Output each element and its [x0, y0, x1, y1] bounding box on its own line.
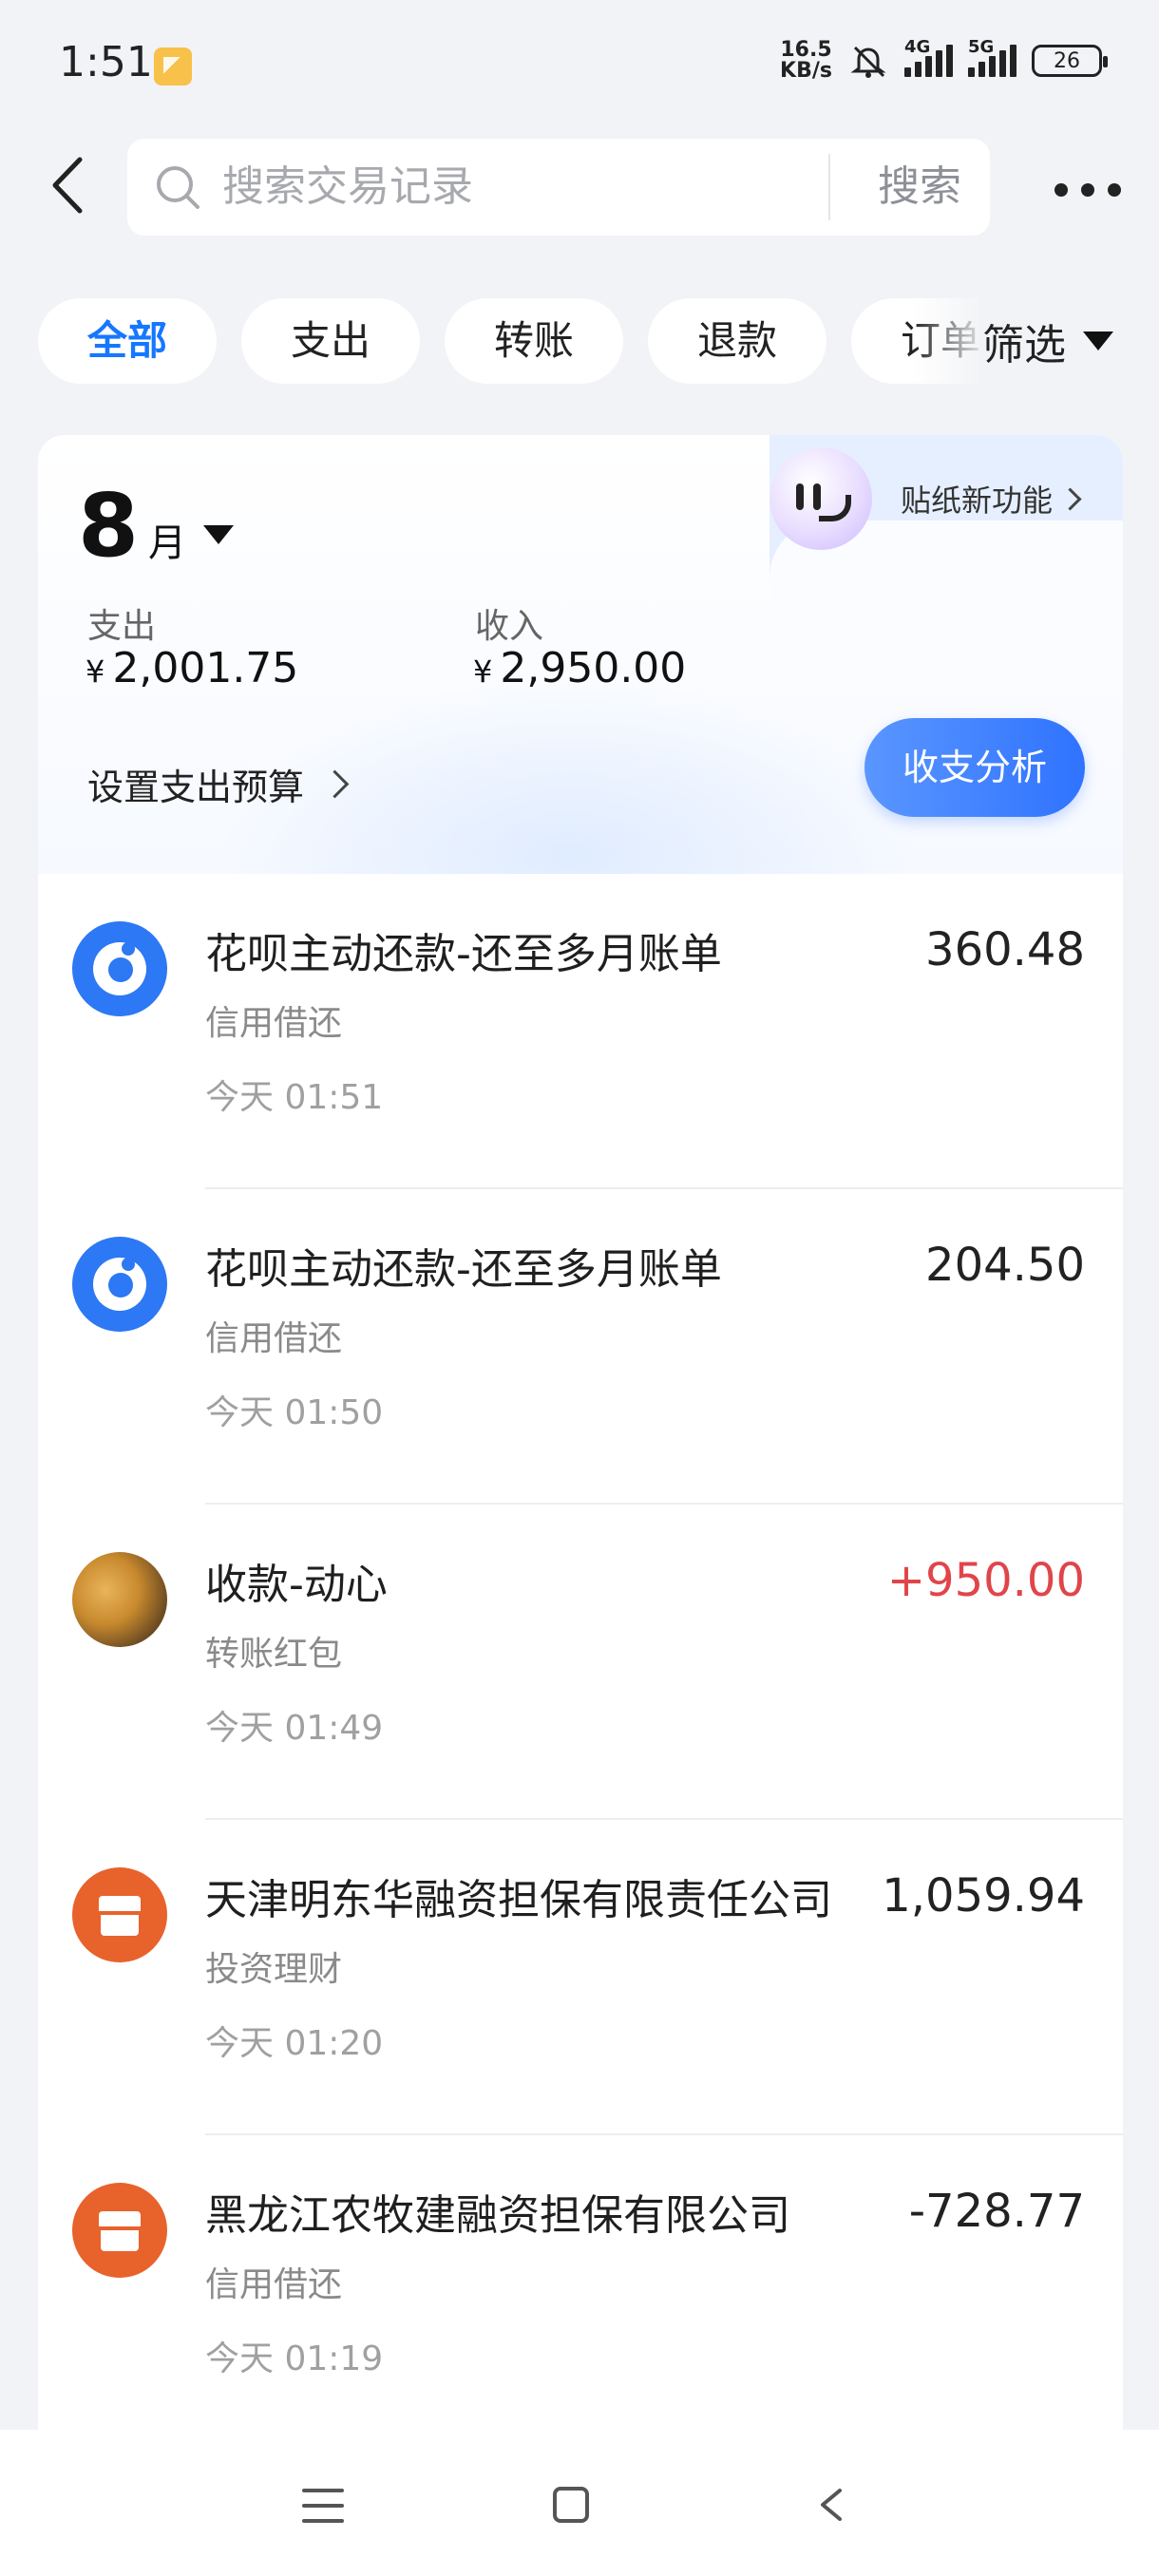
contact-avatar: [72, 1552, 167, 1647]
filter-chips: 全部 支出 转账 退款 订单: [38, 298, 988, 384]
signal-4g-icon: 4G: [904, 37, 953, 77]
set-budget-link[interactable]: 设置支出预算: [87, 758, 350, 810]
transaction-time: 今天 01:49: [205, 1709, 384, 1748]
net-speed-unit: KB/s: [780, 59, 832, 83]
transaction-title: 花呗主动还款-还至多月账单: [205, 1245, 722, 1294]
transaction-amount: +950.00: [886, 1554, 1085, 1607]
month-unit: 月: [148, 521, 187, 565]
transaction-amount: 204.50: [925, 1239, 1085, 1292]
chip-expense[interactable]: 支出: [241, 298, 420, 384]
transaction-row[interactable]: 花呗主动还款-还至多月账单 信用借还 今天 01:50 204.50: [38, 1189, 1123, 1505]
chip-refund[interactable]: 退款: [648, 298, 826, 384]
chevron-right-icon: [1058, 486, 1082, 511]
filter-button[interactable]: 筛选: [978, 298, 1113, 384]
back-arrow-icon[interactable]: [38, 152, 104, 218]
chip-all[interactable]: 全部: [38, 298, 217, 384]
signal-5g-icon: 5G: [968, 37, 1016, 77]
net-speed-value: 16.5: [780, 38, 832, 62]
income-currency: ¥: [473, 653, 493, 690]
transaction-amount: 360.48: [925, 923, 1085, 976]
sticker-feature-entry[interactable]: 贴纸新功能: [770, 446, 1082, 551]
shop-icon: [72, 1867, 167, 1962]
expense-currency: ¥: [86, 653, 105, 690]
sticker-feature-label: 贴纸新功能: [901, 483, 1054, 519]
search-divider: [828, 154, 830, 220]
search-input[interactable]: 搜索交易记录: [222, 139, 830, 236]
transaction-row[interactable]: 花呗主动还款-还至多月账单 信用借还 今天 01:51 360.48: [38, 874, 1123, 1189]
transaction-title: 黑龙江农牧建融资担保有限公司: [205, 2191, 790, 2240]
filter-label: 筛选: [982, 321, 1066, 369]
notification-app-icon: [154, 47, 192, 85]
system-nav-bar: [0, 2430, 1159, 2576]
transaction-category: 信用借还: [205, 1004, 343, 1043]
mute-bell-icon: [850, 46, 886, 78]
more-options-icon[interactable]: [1054, 180, 1121, 199]
sticker-face-icon: [770, 447, 872, 550]
shop-icon: [72, 2183, 167, 2278]
transaction-title: 花呗主动还款-还至多月账单: [205, 930, 722, 978]
income-label: 收入: [475, 607, 544, 646]
battery-level: 26: [1054, 48, 1080, 73]
transaction-amount: 1,059.94: [882, 1869, 1085, 1923]
expense-label: 支出: [87, 607, 157, 646]
huabei-icon: [72, 1237, 167, 1332]
month-number: 8: [78, 475, 140, 577]
month-selector[interactable]: 8 月: [78, 475, 235, 577]
expense-value: ¥2,001.75: [86, 644, 298, 692]
income-value: ¥2,950.00: [473, 644, 686, 692]
status-time: 1:51: [59, 38, 153, 86]
transaction-category: 信用借还: [205, 2265, 343, 2304]
signal-4g-label: 4G: [904, 37, 931, 57]
transaction-category: 投资理财: [205, 1950, 343, 1989]
income-amount: 2,950.00: [500, 644, 687, 692]
chip-transfer[interactable]: 转账: [445, 298, 623, 384]
transaction-title: 收款-动心: [205, 1561, 388, 1609]
transaction-category: 转账红包: [205, 1635, 343, 1674]
back-triangle-icon[interactable]: [815, 2489, 847, 2521]
menu-icon[interactable]: [302, 2489, 344, 2523]
transaction-row[interactable]: 天津明东华融资担保有限责任公司 投资理财 今天 01:20 1,059.94: [38, 1820, 1123, 2135]
transactions-card: 贴纸新功能 8 月 支出 ¥2,001.75 收入 ¥2,950.00 设置支出…: [38, 435, 1123, 2430]
signal-5g-label: 5G: [968, 37, 995, 57]
transaction-time: 今天 01:51: [205, 1078, 384, 1117]
transaction-time: 今天 01:20: [205, 2024, 384, 2063]
dropdown-triangle-icon: [203, 525, 235, 544]
net-speed: 16.5 KB/s: [780, 40, 832, 82]
chevron-right-icon: [320, 769, 350, 799]
transaction-time: 今天 01:19: [205, 2339, 384, 2378]
set-budget-label: 设置支出预算: [87, 767, 305, 808]
search-button[interactable]: 搜索: [849, 139, 990, 236]
chips-fade: [912, 294, 988, 389]
transaction-row[interactable]: 收款-动心 转账红包 今天 01:49 +950.00: [38, 1505, 1123, 1820]
huabei-icon: [72, 921, 167, 1016]
transaction-row[interactable]: 黑龙江农牧建融资担保有限公司 信用借还 今天 01:19 -728.77: [38, 2135, 1123, 2430]
expense-amount: 2,001.75: [112, 644, 299, 692]
transaction-amount: -728.77: [908, 2185, 1085, 2238]
search-icon: [157, 166, 200, 209]
status-bar: 1:51 16.5 KB/s 4G 5G 26: [0, 0, 1159, 133]
status-indicators: 16.5 KB/s 4G 5G 26: [780, 37, 1108, 82]
battery-icon: 26: [1032, 45, 1108, 77]
dropdown-triangle-icon: [1083, 331, 1113, 350]
transaction-title: 天津明东华融资担保有限责任公司: [205, 1876, 832, 1924]
transaction-category: 信用借还: [205, 1319, 343, 1358]
search-bar[interactable]: 搜索交易记录 搜索: [127, 139, 990, 236]
income-expense-analysis-button[interactable]: 收支分析: [864, 718, 1085, 817]
home-square-icon[interactable]: [553, 2487, 589, 2523]
transaction-time: 今天 01:50: [205, 1393, 384, 1432]
